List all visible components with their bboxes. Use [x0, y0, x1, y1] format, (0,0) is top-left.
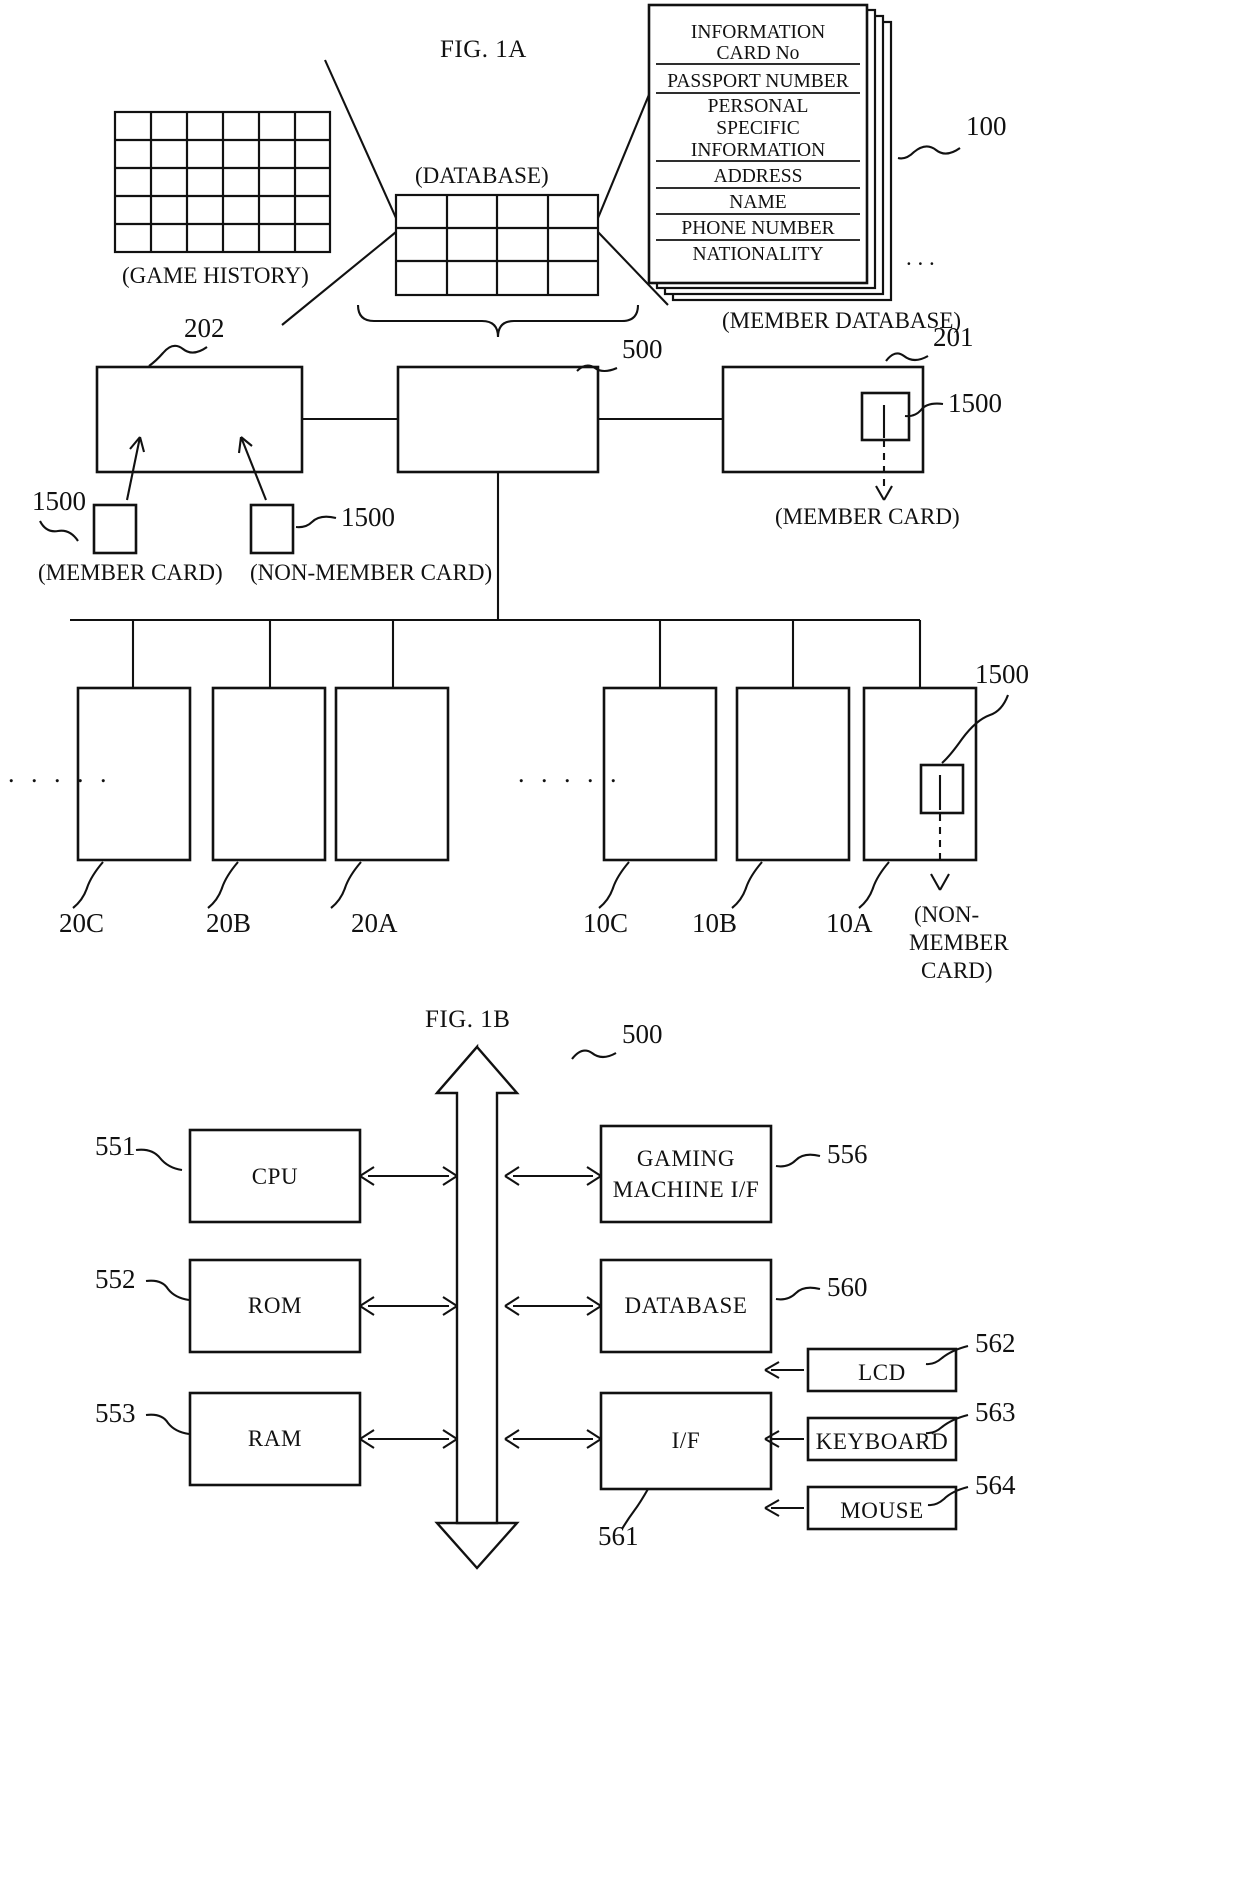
gaming-machine-20A[interactable] — [334, 686, 450, 862]
left-ellipsis-dots: . . . . . — [8, 759, 112, 788]
field-information: INFORMATION — [691, 22, 825, 43]
ref-201-label: 201 — [933, 322, 974, 352]
member-card-right-caption: (MEMBER CARD) — [775, 504, 960, 529]
card-1500-nonmember[interactable] — [249, 503, 295, 555]
ref-100-label: 100 — [966, 111, 1007, 141]
database-brace — [356, 304, 640, 338]
ref-202-leader — [148, 344, 208, 367]
fig-1a-title: FIG. 1A — [440, 36, 527, 63]
ref-1500-left-leader — [39, 520, 79, 542]
card-10A-eject-arrow-head — [930, 873, 950, 891]
card-201-eject-arrow-head — [875, 485, 893, 501]
field-personal: PERSONAL — [708, 96, 809, 117]
system-bus-arrow — [434, 1043, 520, 1570]
ref-10B-label: 10B — [692, 908, 737, 938]
ref-20A-label: 20A — [351, 908, 398, 938]
ref-20C-label: 20C — [59, 908, 104, 938]
gaming-machine-group-left — [76, 620, 450, 862]
nonmember-card-bottom-line2: MEMBER — [909, 930, 1009, 955]
cpu-bus-connector — [359, 1166, 458, 1186]
ref-551-leader — [135, 1148, 183, 1172]
ref-551-label: 551 — [95, 1131, 136, 1161]
field-card-no: CARD No — [717, 43, 800, 64]
database-caption: (DATABASE) — [415, 163, 549, 188]
ram-bus-connector — [359, 1429, 458, 1449]
fig-1b-title: FIG. 1B — [425, 1006, 510, 1033]
block-rom-label: ROM — [248, 1293, 302, 1318]
ref-563-label: 563 — [975, 1397, 1016, 1427]
nonmember-card-bottom-line1: (NON- — [914, 902, 979, 927]
field-phone-number: PHONE NUMBER — [681, 218, 834, 239]
rom-bus-connector — [359, 1296, 458, 1316]
ref-553-leader — [145, 1413, 190, 1436]
field-specific: SPECIFIC — [716, 118, 799, 139]
block-mouse-label: MOUSE — [840, 1498, 924, 1523]
server-box-202[interactable] — [95, 365, 304, 474]
machine-ref-leaders — [72, 861, 890, 909]
field-passport-number: PASSPORT NUMBER — [667, 71, 848, 92]
field-information-2: INFORMATION — [691, 140, 825, 161]
nonmember-card-caption: (NON-MEMBER CARD) — [250, 560, 492, 585]
ref-560-leader — [775, 1286, 821, 1301]
nonmember-card-bottom-line3: CARD) — [921, 958, 993, 983]
ref-10A-label: 10A — [826, 908, 873, 938]
iface-bus-connector — [504, 1429, 602, 1449]
ref-500-leader-b — [571, 1049, 617, 1060]
block-gaming-if-line2: MACHINE I/F — [613, 1177, 760, 1202]
patent-drawing-sheet: FIG. 1A 100 (GAME HISTORY) (DATABASE) IN… — [0, 0, 1240, 1885]
ref-553-label: 553 — [95, 1398, 136, 1428]
block-cpu-label: CPU — [252, 1164, 299, 1189]
card-1500-member-left[interactable] — [92, 503, 138, 555]
card-1500-in-201[interactable] — [860, 391, 911, 442]
database-bus-connector — [504, 1296, 602, 1316]
ref-552-leader — [145, 1279, 190, 1302]
block-gaming-if-line1: GAMING — [637, 1146, 735, 1171]
member-database-ellipsis: . . . — [906, 245, 935, 270]
lcd-connector — [764, 1361, 804, 1379]
ref-201-leader — [885, 352, 929, 362]
gaming-machine-group-right — [602, 620, 978, 862]
block-gaming-machine-if[interactable] — [599, 1124, 773, 1224]
gaming-machine-20B[interactable] — [211, 686, 327, 862]
game-history-caption: (GAME HISTORY) — [122, 263, 309, 288]
ref-1500-left-label: 1500 — [32, 486, 86, 516]
ref-20B-label: 20B — [206, 908, 251, 938]
ref-1500-bottom-label: 1500 — [975, 659, 1029, 689]
ref-556-label: 556 — [827, 1139, 868, 1169]
gaming-machine-10B[interactable] — [735, 686, 851, 862]
block-lcd-label: LCD — [858, 1360, 906, 1385]
block-database-label: DATABASE — [624, 1293, 747, 1318]
ref-1500-right-label: 1500 — [948, 388, 1002, 418]
ref-1500-middle-leader — [295, 515, 337, 529]
ref-556-leader — [775, 1153, 821, 1168]
ref-202-label: 202 — [184, 313, 225, 343]
server-box-500[interactable] — [396, 365, 600, 474]
game-history-grid — [113, 110, 332, 254]
block-ram-label: RAM — [248, 1426, 302, 1451]
database-grid — [394, 193, 600, 297]
block-iface-label: I/F — [672, 1428, 701, 1453]
ref-564-label: 564 — [975, 1470, 1016, 1500]
right-ellipsis-dots: . . . . . — [518, 759, 622, 788]
ref-562-label: 562 — [975, 1328, 1016, 1358]
field-nationality: NATIONALITY — [692, 244, 823, 265]
field-name: NAME — [729, 192, 786, 213]
ref-10C-label: 10C — [583, 908, 628, 938]
ref-560-label: 560 — [827, 1272, 868, 1302]
ref-500-label-a: 500 — [622, 334, 663, 364]
ref-561-label: 561 — [598, 1521, 639, 1551]
ref-500-label-b: 500 — [622, 1019, 663, 1049]
field-address: ADDRESS — [714, 166, 803, 187]
member-card-left-caption: (MEMBER CARD) — [38, 560, 223, 585]
ref-552-label: 552 — [95, 1264, 136, 1294]
card-1500-in-10A[interactable] — [919, 763, 965, 815]
ref-100-leader — [897, 145, 961, 160]
member-database-caption: (MEMBER DATABASE) — [722, 308, 961, 333]
mouse-connector — [764, 1499, 804, 1517]
gaming-if-bus-connector — [504, 1166, 602, 1186]
ref-1500-middle-label: 1500 — [341, 502, 395, 532]
